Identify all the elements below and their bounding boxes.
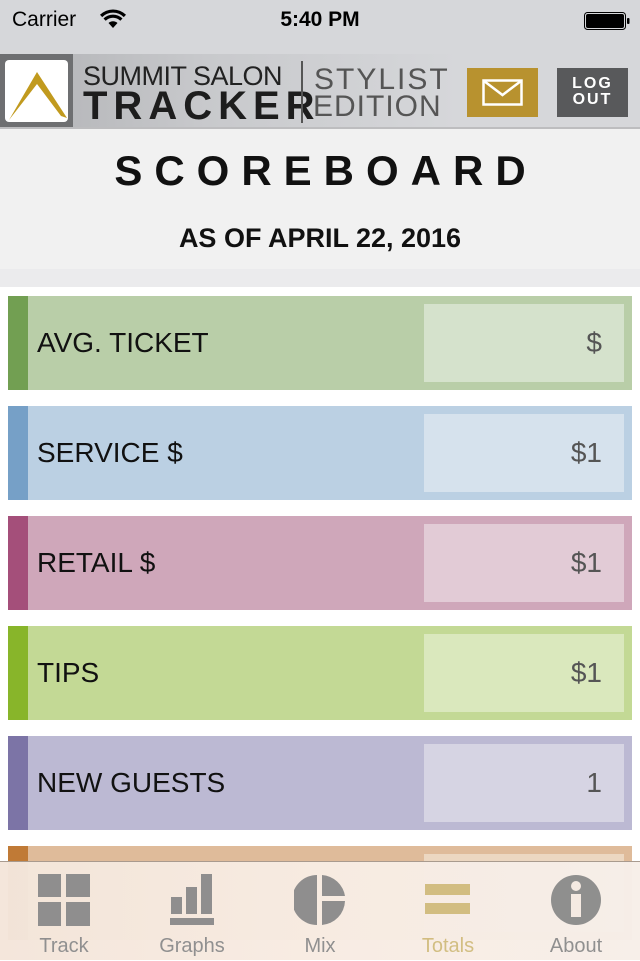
row-value-box: $1 (424, 524, 624, 602)
tab-about[interactable]: About (512, 862, 640, 961)
row-accent-bar (8, 626, 28, 720)
tab-graphs[interactable]: Graphs (128, 862, 256, 961)
scoreboard-row-new-guests[interactable]: NEW GUESTS 1 (8, 736, 632, 830)
bar-chart-icon (170, 874, 214, 925)
row-value-box: $1 (424, 414, 624, 492)
brand-header: SUMMIT SALON TRACKER STYLIST EDITION (0, 54, 458, 128)
tab-label: Graphs (159, 935, 225, 957)
scoreboard-header: SCOREBOARD AS OF APRIL 22, 2016 (0, 129, 640, 269)
edition-line2: EDITION (313, 90, 442, 123)
row-value-box: $1 (424, 634, 624, 712)
row-value: $1 (570, 547, 602, 578)
row-accent-bar (8, 516, 28, 610)
pie-chart-icon (294, 875, 345, 925)
logout-button[interactable]: LOG OUT (557, 68, 628, 117)
row-accent-bar (8, 406, 28, 500)
tab-label: Mix (304, 935, 336, 957)
row-value: 1 (586, 767, 602, 798)
row-value: $ (586, 327, 602, 358)
app-banner: SUMMIT SALON TRACKER STYLIST EDITION LOG… (0, 40, 640, 128)
equals-icon (425, 884, 470, 914)
mail-button[interactable] (467, 68, 538, 117)
scoreboard-row-retail[interactable]: RETAIL $ $1 (8, 516, 632, 610)
page-title: SCOREBOARD (114, 147, 538, 194)
logout-label-line2: OUT (572, 91, 613, 108)
tab-mix[interactable]: Mix (256, 862, 384, 961)
brand-divider (301, 61, 303, 123)
tab-track[interactable]: Track (0, 862, 128, 961)
logout-label-line1: LOG (572, 75, 613, 92)
status-bar: Carrier 5:40 PM (0, 0, 640, 40)
row-accent-bar (8, 296, 28, 390)
row-value: $1 (570, 437, 602, 468)
scoreboard-row-avg-ticket[interactable]: AVG. TICKET $ (8, 296, 632, 390)
tab-label: About (549, 935, 603, 957)
grid-icon (38, 874, 90, 926)
tab-totals[interactable]: Totals (384, 862, 512, 961)
row-label: SERVICE $ (37, 437, 183, 468)
scoreboard-list: AVG. TICKET $ SERVICE $ $1 RETAIL $ $1 T… (8, 296, 632, 956)
scoreboard-row-service[interactable]: SERVICE $ $1 (8, 406, 632, 500)
row-label: RETAIL $ (37, 547, 156, 578)
row-value: $1 (570, 657, 602, 688)
tab-label: Track (39, 935, 89, 957)
row-label: TIPS (37, 657, 100, 688)
battery-full-icon (584, 12, 630, 30)
brand-name-line2: TRACKER (83, 84, 321, 128)
row-label: AVG. TICKET (37, 327, 209, 358)
envelope-icon (482, 79, 523, 106)
tab-label: Totals (421, 935, 475, 957)
row-value-box: 1 (424, 744, 624, 822)
row-value-box: $ (424, 304, 624, 382)
scoreboard-row-tips[interactable]: TIPS $1 (8, 626, 632, 720)
header-separator (0, 269, 640, 287)
info-icon (551, 875, 601, 925)
row-label: NEW GUESTS (37, 767, 226, 798)
tab-bar: Track Graphs Mix Totals About (0, 861, 640, 960)
row-accent-bar (8, 736, 28, 830)
summit-peak-logo (5, 60, 68, 122)
clock: 5:40 PM (280, 8, 360, 31)
logo-frame (0, 54, 73, 128)
as-of-date: AS OF APRIL 22, 2016 (178, 223, 462, 253)
